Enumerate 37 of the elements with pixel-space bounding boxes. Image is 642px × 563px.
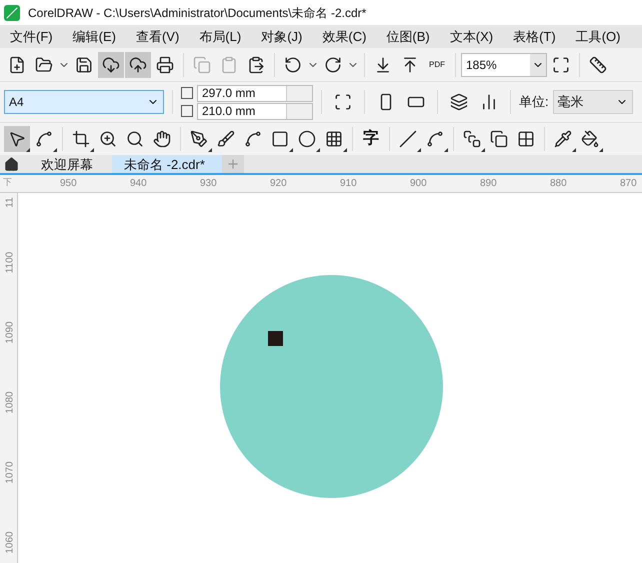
ruler-label: 890 <box>480 177 497 191</box>
menu-item[interactable]: 效果(C) <box>312 26 376 46</box>
ruler-label: 1080 <box>4 390 16 416</box>
units-label: 单位: <box>519 93 549 112</box>
dimension-field[interactable]: 210.0 mm <box>197 102 313 120</box>
pdf-export-button[interactable]: PDF <box>424 60 450 68</box>
ruler-label: 11 <box>4 196 16 210</box>
ruler-label: 900 <box>410 177 427 191</box>
ruler-corner: 下 <box>3 176 12 189</box>
menu-item[interactable]: 文件(F) <box>0 26 63 46</box>
ruler-label: 870 <box>620 177 637 191</box>
text-tool[interactable]: 字 <box>358 126 384 152</box>
ruler-label: 950 <box>60 177 77 191</box>
ruler-label: 1090 <box>4 320 16 346</box>
document-tab[interactable]: 未命名 -2.cdr* <box>112 155 222 173</box>
ruler-label: 930 <box>200 177 217 191</box>
ruler-label: 1060 <box>4 530 16 556</box>
units-dropdown[interactable]: 毫米 <box>552 90 633 114</box>
menu-item[interactable]: 表格(T) <box>503 26 566 46</box>
menu-item[interactable]: 布局(L) <box>189 26 252 46</box>
dimension-field[interactable]: 297.0 mm <box>197 84 313 102</box>
ruler-label: 880 <box>550 177 567 191</box>
window-title: CorelDRAW - C:\Users\Administrator\Documents\未命名 -2.cdr* <box>28 4 366 22</box>
ruler-label: 1070 <box>4 460 16 486</box>
menu-item[interactable]: 编辑(E) <box>62 26 126 46</box>
page-size-dropdown[interactable]: A4 <box>4 90 164 114</box>
menu-item[interactable]: 位图(B) <box>376 26 440 46</box>
menu-item[interactable]: 文本(X) <box>440 26 504 46</box>
ruler-label: 920 <box>270 177 287 191</box>
ruler-label: 910 <box>340 177 357 191</box>
zoom-field[interactable]: 185% <box>461 52 547 76</box>
document-tab[interactable]: 欢迎屏幕 <box>22 155 112 173</box>
ruler-label: 940 <box>130 177 147 191</box>
menu-item[interactable]: 工具(O) <box>566 26 630 46</box>
menu-item[interactable]: 对象(J) <box>251 26 312 46</box>
menu-item[interactable]: 查看(V) <box>126 26 190 46</box>
ruler-label: 1100 <box>4 250 16 276</box>
